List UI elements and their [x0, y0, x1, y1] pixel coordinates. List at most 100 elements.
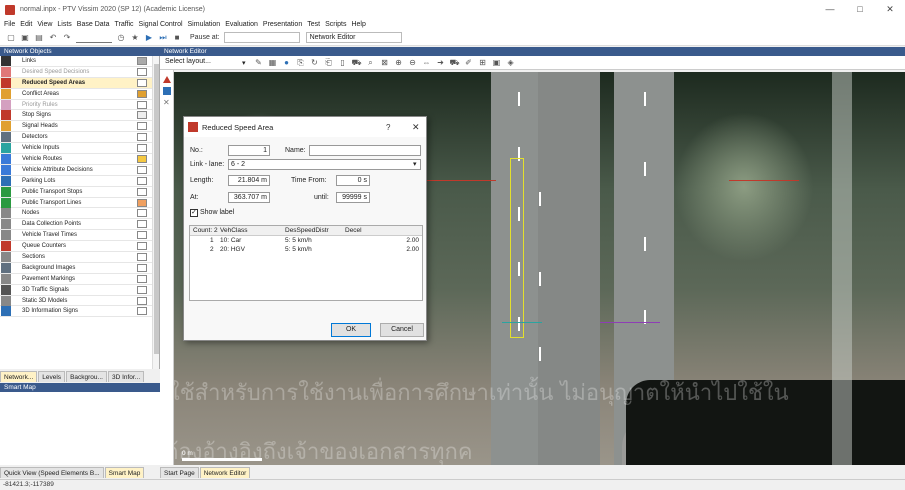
zoom-in-icon[interactable]: ⊕ [394, 58, 404, 68]
delete-icon[interactable]: ▯ [338, 58, 348, 68]
scroll-thumb[interactable] [154, 64, 159, 354]
visibility-toggle[interactable] [137, 285, 147, 294]
tab-network-editor[interactable]: Network Editor [199, 467, 251, 478]
open-file-icon[interactable]: ▣ [20, 33, 30, 43]
vehicle-view-icon[interactable]: ⛟ [450, 58, 460, 68]
visibility-toggle[interactable] [137, 307, 147, 316]
network-object-item[interactable]: 3D Traffic Signals [0, 284, 159, 296]
show-label-checkbox[interactable]: ✓ [190, 209, 198, 217]
tab-levels[interactable]: Levels [38, 371, 66, 382]
menu-evaluation[interactable]: Evaluation [225, 21, 258, 28]
play-icon[interactable]: ▶ [144, 33, 154, 43]
visibility-toggle[interactable] [137, 198, 147, 207]
network-objects-scrollbar[interactable] [152, 56, 159, 369]
network-object-item[interactable]: Pavement Markings [0, 273, 159, 285]
menu-simulation[interactable]: Simulation [188, 21, 221, 28]
network-object-item[interactable]: Vehicle Routes [0, 153, 159, 165]
visibility-toggle[interactable] [137, 231, 147, 240]
reduced-speed-area[interactable] [510, 158, 524, 338]
zoom-out-icon[interactable]: ⊖ [408, 58, 418, 68]
arrow-icon[interactable]: ➜ [436, 58, 446, 68]
visibility-toggle[interactable] [137, 122, 147, 131]
network-object-item[interactable]: Vehicle Attribute Decisions [0, 164, 159, 176]
visibility-toggle[interactable] [137, 78, 147, 87]
car-icon[interactable]: ⛟ [352, 58, 362, 68]
visibility-toggle[interactable] [137, 187, 147, 196]
undo-icon[interactable]: ↶ [48, 33, 58, 43]
tab-start-page[interactable]: Start Page [160, 467, 199, 478]
menu-signal-control[interactable]: Signal Control [139, 21, 183, 28]
pause-at-input[interactable] [223, 32, 300, 43]
column-header-vehclass[interactable]: VehClass [220, 226, 247, 235]
tab-3d-info[interactable]: 3D Infor... [107, 371, 145, 382]
visibility-toggle[interactable] [137, 67, 147, 76]
stop-icon[interactable]: ■ [172, 33, 182, 43]
visibility-toggle[interactable] [137, 133, 147, 142]
visibility-toggle[interactable] [137, 242, 147, 251]
zoom-fit-icon[interactable]: ⊠ [380, 58, 390, 68]
network-object-item[interactable]: Sections [0, 251, 159, 263]
network-object-item[interactable]: Links [0, 56, 159, 67]
link-lane-select[interactable]: 6 - 2 [228, 159, 421, 170]
globe-icon[interactable]: ● [282, 58, 292, 68]
visibility-toggle[interactable] [137, 274, 147, 283]
network-object-item[interactable]: Stop Signs [0, 110, 159, 122]
zoom-region-icon[interactable]: ⌕ [366, 58, 376, 68]
menu-file[interactable]: File [4, 21, 15, 28]
menu-scripts[interactable]: Scripts [325, 21, 346, 28]
time-from-field[interactable]: 0 s [336, 175, 370, 186]
visibility-toggle[interactable] [137, 209, 147, 218]
camera-icon[interactable]: ▣ [492, 58, 502, 68]
pan-icon[interactable]: ⇔ [422, 58, 432, 68]
smart-map-view[interactable] [0, 392, 160, 465]
network-object-item[interactable]: Vehicle Travel Times [0, 230, 159, 242]
network-object-item[interactable]: Parking Lots [0, 175, 159, 187]
pin-icon[interactable]: ✕ [163, 99, 171, 107]
ok-button[interactable]: OK [331, 323, 371, 337]
menu-help[interactable]: Help [351, 21, 365, 28]
network-object-item[interactable]: Background Images [0, 262, 159, 274]
network-object-item[interactable]: Public Transport Lines [0, 197, 159, 209]
visibility-toggle[interactable] [137, 263, 147, 272]
network-object-item[interactable]: 3D Information Signs [0, 306, 159, 318]
length-field[interactable]: 21.804 m [228, 175, 270, 186]
chevron-down-icon[interactable]: ▾ [413, 160, 417, 168]
network-object-item[interactable]: Nodes [0, 208, 159, 220]
network-object-item[interactable]: Static 3D Models [0, 295, 159, 307]
network-object-item[interactable]: Vehicle Inputs [0, 143, 159, 155]
minimize-button[interactable]: — [815, 0, 845, 19]
time-icon[interactable]: ◷ [116, 33, 126, 43]
layout-combo[interactable]: Network Editor [305, 32, 402, 43]
visibility-toggle[interactable] [137, 100, 147, 109]
network-object-item[interactable]: Queue Counters [0, 241, 159, 253]
decel-cell[interactable]: 2.00 [406, 245, 419, 254]
visibility-toggle[interactable] [137, 89, 147, 98]
star-icon[interactable]: ★ [130, 33, 140, 43]
visibility-toggle[interactable] [137, 111, 147, 120]
tab-smart-map[interactable]: Smart Map [104, 467, 145, 478]
network-object-item[interactable]: Priority Rules [0, 99, 159, 111]
visibility-toggle[interactable] [137, 165, 147, 174]
menu-view[interactable]: View [37, 21, 52, 28]
stats-icon[interactable]: ⊞ [478, 58, 488, 68]
visibility-toggle[interactable] [137, 144, 147, 153]
help-button[interactable]: ? [386, 123, 390, 132]
edit-icon[interactable]: ✎ [254, 58, 264, 68]
step-icon[interactable]: ⏭ [158, 33, 168, 43]
menu-test[interactable]: Test [307, 21, 320, 28]
visibility-toggle[interactable] [137, 296, 147, 305]
visibility-toggle[interactable] [137, 220, 147, 229]
record-icon[interactable]: ◈ [506, 58, 516, 68]
visibility-toggle[interactable] [137, 56, 147, 65]
network-object-item[interactable]: Public Transport Stops [0, 186, 159, 198]
column-header-decel[interactable]: Decel [345, 226, 362, 235]
menu-traffic[interactable]: Traffic [114, 21, 133, 28]
column-header-count[interactable]: Count: 2 [193, 226, 218, 235]
save-icon[interactable]: ▤ [34, 33, 44, 43]
dialog-close-button[interactable]: ✕ [412, 122, 420, 133]
network-object-item[interactable]: Detectors [0, 132, 159, 144]
decel-cell[interactable]: 2.00 [406, 236, 419, 245]
speed-cell[interactable]: 5: 5 km/h [285, 245, 312, 254]
new-file-icon[interactable]: ▢ [6, 33, 16, 43]
table-row[interactable]: 1 10: Car 5: 5 km/h 2.00 [190, 236, 422, 245]
